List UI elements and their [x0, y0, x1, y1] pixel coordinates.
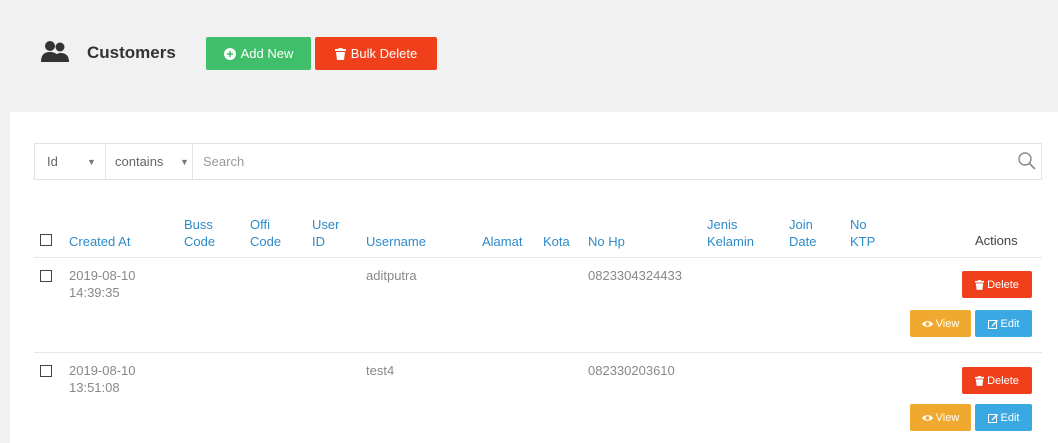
header-no-ktp-line2: KTP	[850, 234, 876, 249]
header-no-ktp[interactable]: No KTP	[850, 216, 875, 250]
cell-username: aditputra	[366, 268, 417, 283]
trash-icon	[975, 279, 985, 290]
cell-created-time: 14:39:35	[69, 285, 120, 300]
header-user-id-line2: ID	[312, 234, 325, 249]
delete-button[interactable]: Delete	[962, 367, 1032, 394]
header-offi-code-line1: Offi	[250, 217, 270, 232]
cell-created-at: 2019-08-10 13:51:08	[69, 362, 136, 396]
edit-button[interactable]: Edit	[975, 310, 1032, 337]
plus-circle-icon	[223, 47, 236, 60]
cell-created-date: 2019-08-10	[69, 363, 136, 378]
cell-no-hp: 0823304324433	[588, 268, 682, 283]
header-buss-code-line1: Buss	[184, 217, 213, 232]
caret-down-icon: ▼	[87, 156, 96, 167]
search-operator-select[interactable]: contains ▼	[106, 144, 193, 179]
search-operator-value: contains	[115, 154, 164, 169]
page-title: Customers	[87, 43, 176, 62]
row-checkbox[interactable]	[40, 365, 52, 377]
header-no-hp[interactable]: No Hp	[588, 233, 625, 250]
header-no-ktp-line1: No	[850, 217, 867, 232]
header-jenis-kelamin-line2: Kelamin	[707, 234, 754, 249]
header-jenis-kelamin-line1: Jenis	[707, 217, 738, 232]
header-username[interactable]: Username	[366, 233, 426, 250]
trash-icon	[975, 375, 985, 386]
header-alamat[interactable]: Alamat	[482, 233, 522, 250]
cell-username: test4	[366, 363, 395, 378]
eye-icon	[921, 414, 933, 421]
cell-no-hp: 082330203610	[588, 363, 675, 378]
edit-button[interactable]: Edit	[975, 404, 1032, 431]
delete-label: Delete	[987, 278, 1019, 291]
header-actions: Actions	[975, 233, 1018, 248]
trash-icon	[334, 47, 346, 60]
add-new-button[interactable]: Add New	[206, 37, 311, 70]
header-join-date-line2: Date	[789, 234, 817, 249]
add-new-label: Add New	[240, 46, 294, 61]
cell-created-date: 2019-08-10	[69, 268, 136, 283]
header-join-date-line1: Join	[789, 217, 813, 232]
search-field-value: Id	[47, 154, 58, 169]
page-header: Customers Add New Bulk Delete	[0, 0, 1058, 110]
edit-icon	[987, 319, 998, 329]
select-all-checkbox[interactable]	[40, 234, 52, 246]
edit-label: Edit	[1000, 317, 1020, 330]
caret-down-icon: ▼	[180, 156, 189, 167]
header-buss-code-line2: Code	[184, 234, 216, 249]
users-icon	[41, 41, 69, 62]
eye-icon	[921, 320, 933, 327]
view-label: View	[935, 317, 960, 330]
bulk-delete-button[interactable]: Bulk Delete	[315, 37, 437, 70]
customers-panel: Id ▼ contains ▼ Created At Buss Code Off…	[10, 112, 1058, 443]
search-input[interactable]	[195, 144, 995, 179]
header-divider	[34, 257, 1042, 258]
header-created-at[interactable]: Created At	[69, 233, 130, 250]
row-checkbox[interactable]	[40, 270, 52, 282]
delete-label: Delete	[987, 374, 1019, 387]
cell-created-time: 13:51:08	[69, 380, 120, 395]
header-kota[interactable]: Kota	[543, 233, 570, 250]
search-icon[interactable]	[1017, 151, 1037, 171]
search-bar: Id ▼ contains ▼	[34, 143, 1042, 180]
row-divider	[34, 352, 1042, 353]
edit-label: Edit	[1000, 411, 1020, 424]
view-button[interactable]: View	[910, 310, 971, 337]
view-button[interactable]: View	[910, 404, 971, 431]
header-user-id-line1: User	[312, 217, 340, 232]
header-buss-code[interactable]: Buss Code	[184, 216, 215, 250]
edit-icon	[987, 413, 998, 423]
header-offi-code[interactable]: Offi Code	[250, 216, 281, 250]
delete-button[interactable]: Delete	[962, 271, 1032, 298]
header-user-id[interactable]: User ID	[312, 216, 339, 250]
header-jenis-kelamin[interactable]: Jenis Kelamin	[707, 216, 754, 250]
view-label: View	[935, 411, 960, 424]
bulk-delete-label: Bulk Delete	[350, 46, 418, 61]
cell-created-at: 2019-08-10 14:39:35	[69, 267, 136, 301]
search-field-select[interactable]: Id ▼	[35, 144, 106, 179]
header-join-date[interactable]: Join Date	[789, 216, 816, 250]
header-offi-code-line2: Code	[250, 234, 282, 249]
